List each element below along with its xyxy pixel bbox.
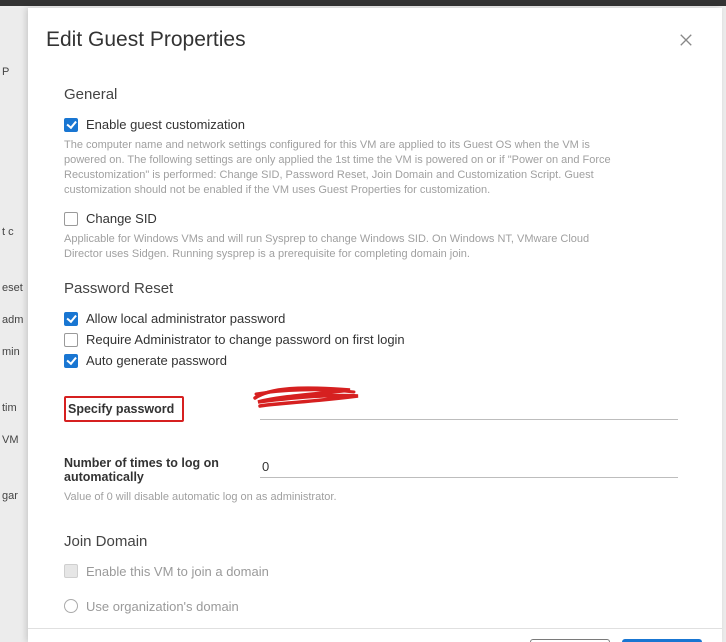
modal-footer [28,628,722,642]
specify-password-label: Specify password [68,402,174,416]
bg-peek: adm [0,308,28,332]
edit-guest-properties-modal: Edit Guest Properties General Enable gue… [28,8,722,642]
section-heading-join-domain: Join Domain [64,533,688,550]
auto-logon-count-input[interactable] [260,456,678,478]
change-sid-help-text: Applicable for Windows VMs and will run … [64,232,624,262]
modal-body-scroll[interactable]: General Enable guest customization The c… [64,68,702,628]
require-admin-change-password-checkbox[interactable] [64,333,78,347]
enable-guest-help-text: The computer name and network settings c… [64,138,624,197]
bg-peek: min [0,340,28,364]
change-sid-label: Change SID [86,211,157,226]
allow-local-admin-password-label: Allow local administrator password [86,311,285,326]
modal-title: Edit Guest Properties [46,28,246,52]
bg-peek: P [0,60,28,84]
auto-logon-count-label: Number of times to log on automatically [64,456,244,484]
auto-generate-password-label: Auto generate password [86,353,227,368]
modal-header: Edit Guest Properties [28,8,722,56]
specify-password-label-highlight: Specify password [64,396,184,422]
bg-peek: tim [0,396,28,420]
enable-guest-customization-checkbox[interactable] [64,118,78,132]
top-dark-bar [0,0,726,6]
bg-peek: VM [0,428,28,452]
require-admin-change-password-label: Require Administrator to change password… [86,332,405,347]
allow-local-admin-password-checkbox[interactable] [64,312,78,326]
section-heading-password-reset: Password Reset [64,280,688,297]
bg-peek: t c [0,220,28,244]
use-org-domain-label: Use organization's domain [86,599,239,614]
specify-password-input[interactable] [260,398,678,420]
enable-join-domain-label: Enable this VM to join a domain [86,564,269,579]
close-icon[interactable] [678,32,694,48]
auto-generate-password-checkbox[interactable] [64,354,78,368]
change-sid-checkbox[interactable] [64,212,78,226]
use-org-domain-radio[interactable] [64,599,78,613]
bg-peek: gar [0,484,28,508]
enable-guest-customization-label: Enable guest customization [86,117,245,132]
bg-peek: eset [0,276,28,300]
enable-join-domain-checkbox [64,564,78,578]
auto-logon-help-text: Value of 0 will disable automatic log on… [64,490,624,505]
section-heading-general: General [64,86,688,103]
